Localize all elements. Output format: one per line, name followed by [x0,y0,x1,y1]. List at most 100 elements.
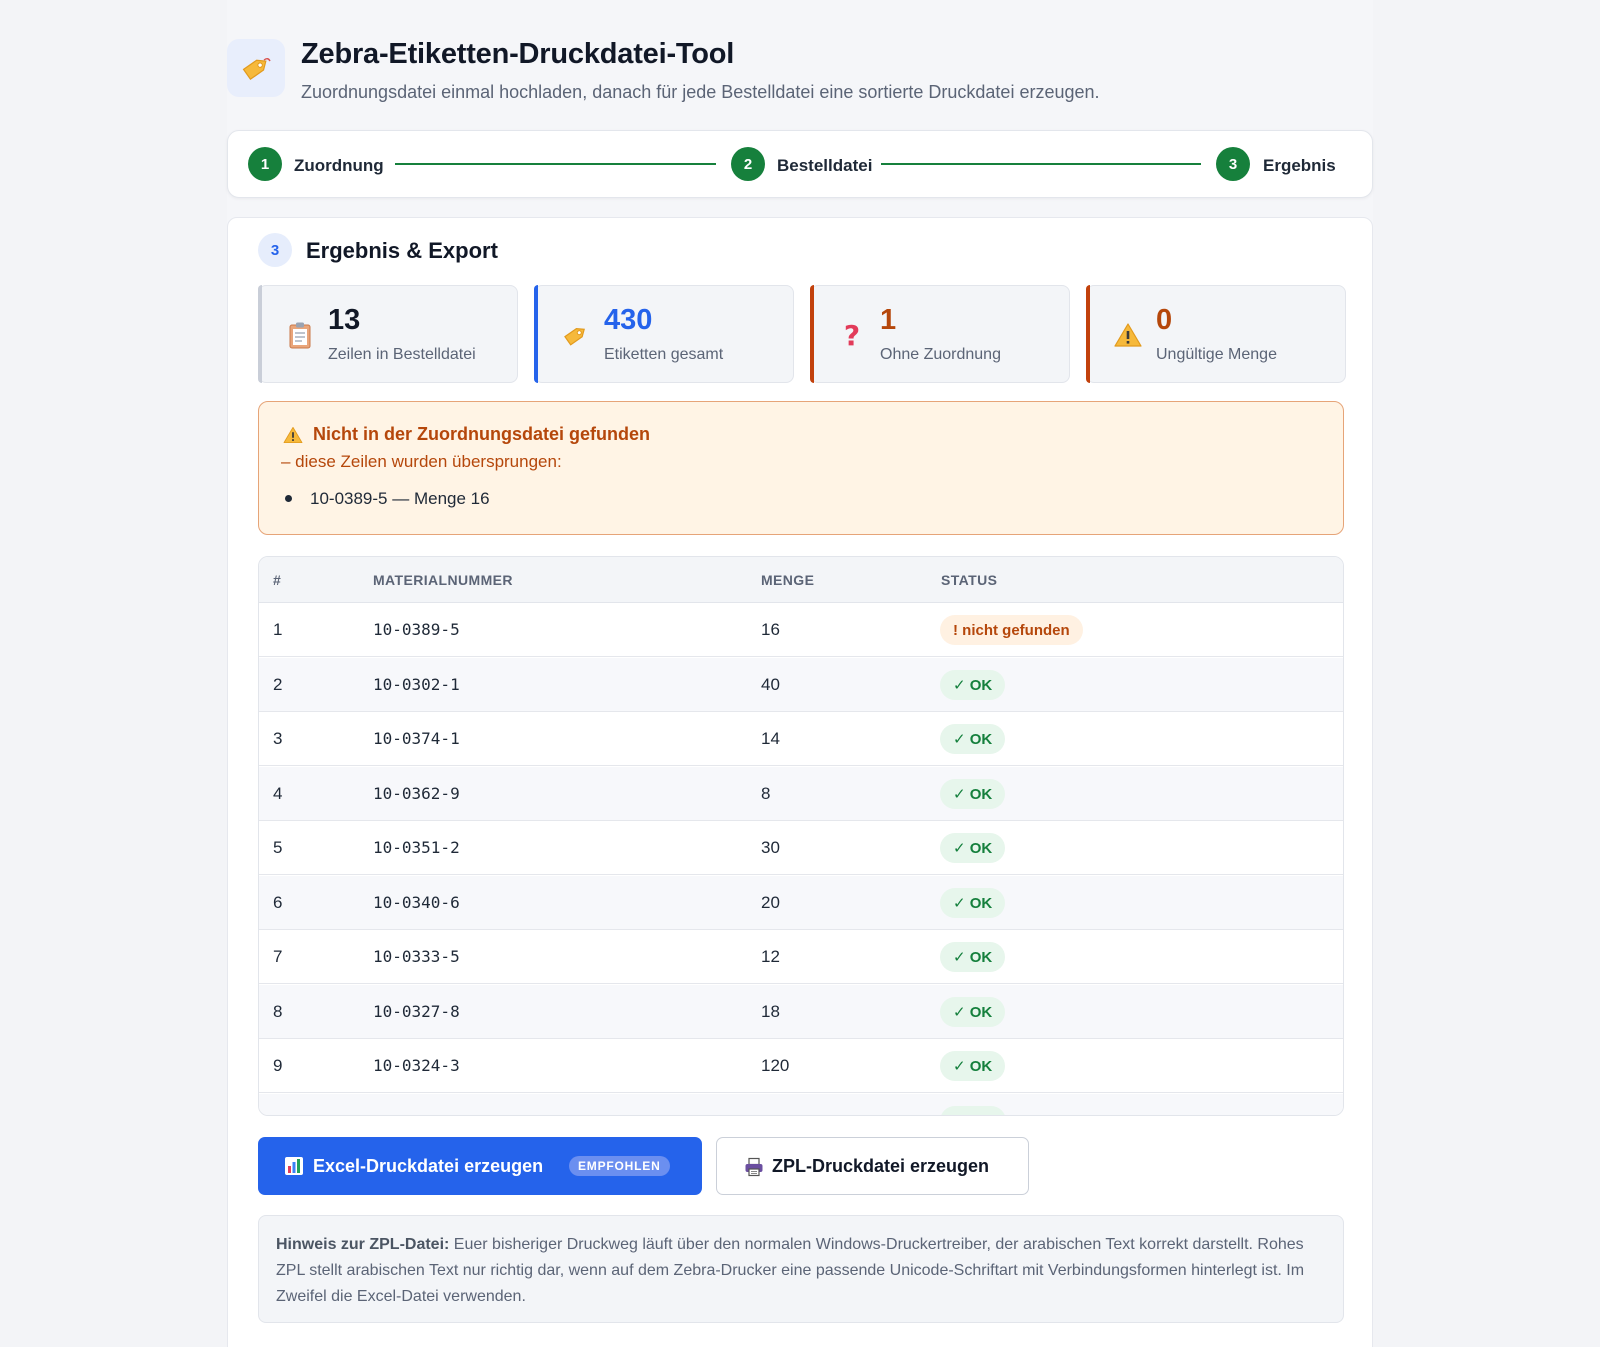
quantity: 12 [761,947,780,966]
row-index: 7 [273,947,283,966]
warning-subtitle: – diese Zeilen wurden übersprungen: [281,452,562,471]
stat-rows: 13 Zeilen in Bestelldatei [258,285,518,383]
warning-list-item: 10-0389-5 — Menge 16 [281,489,490,509]
table-row[interactable] [259,1093,1343,1115]
status-badge: ✓ OK [940,942,1006,972]
stat-invalid-qty: 0 Ungültige Menge [1086,285,1346,383]
material-number: 10-0333-5 [373,947,460,966]
warning-icon [1113,320,1143,350]
material-number: 10-0340-6 [373,892,460,912]
recommended-badge: EMPFOHLEN [569,1156,670,1176]
status-badge: ✓ OK [940,1051,1006,1081]
result-card: 3 Ergebnis & Export 13 Zeilen in Bestell… [227,217,1373,1347]
stat-accent-bar [1086,285,1090,383]
svg-text:?: ? [844,320,860,350]
stat-value: 0 [1156,304,1173,336]
material-number: 10-0389-5 [373,620,460,639]
stat-value: 1 [880,304,897,336]
stat-unmapped: ? 1 Ohne Zuordnung [810,285,1070,383]
material-number: 10-0362-9 [373,783,460,803]
quantity: 30 [761,838,780,857]
column-header-status: STATUS [941,572,998,588]
table-row[interactable]: 2 10-0302-1 40 ✓ OK [259,657,1343,712]
results-table[interactable]: # MATERIALNUMMER MENGE STATUS 1 10-0389-5… [258,556,1344,1116]
table-row[interactable]: 7 10-0333-5 12 ✓ OK [259,930,1343,984]
row-index: 2 [273,674,283,694]
stat-label: Etiketten gesamt [604,346,724,363]
question-icon: ? [837,320,867,350]
stat-label: Ohne Zuordnung [880,346,1001,363]
status-badge: ✓ OK [940,778,1006,809]
stat-value: 430 [604,304,653,336]
row-index: 6 [273,892,283,912]
table-row[interactable]: 6 10-0340-6 20 ✓ OK [259,875,1343,930]
bullet [285,494,292,502]
quantity: 20 [761,892,780,912]
warning-title: Nicht in der Zuordnungsdatei gefunden [313,424,650,444]
stat-accent-bar [258,285,262,383]
column-header-index: # [273,572,282,588]
generate-zpl-button[interactable]: ZPL-Druckdatei erzeugen [716,1137,1029,1195]
row-index: 9 [273,1056,283,1075]
table-row[interactable]: 4 10-0362-9 8 ✓ OK [259,766,1343,821]
step-connector [881,163,1201,165]
generate-excel-button[interactable]: Excel-Druckdatei erzeugen EMPFOHLEN [258,1137,702,1195]
table-row[interactable]: 1 10-0389-5 16 ! nicht gefunden [259,603,1343,657]
quantity: 120 [761,1056,790,1075]
tag-icon [227,39,285,97]
step-2-label[interactable]: Bestelldatei [777,156,872,176]
material-number: 10-0327-8 [373,1001,460,1021]
stepper: 1 Zuordnung 2 Bestelldatei 3 Ergebnis [227,130,1373,198]
warning-icon [283,426,303,446]
row-index: 5 [273,838,283,857]
table-row[interactable]: 3 10-0374-1 14 ✓ OK [259,712,1343,766]
zpl-note: Hinweis zur ZPL-Datei: Euer bisheriger D… [258,1215,1344,1323]
stat-accent-bar [810,285,814,383]
quantity: 40 [761,674,780,694]
quantity: 8 [761,783,771,803]
step-3-label[interactable]: Ergebnis [1263,156,1336,176]
status-badge [940,1105,1006,1115]
step-1-label[interactable]: Zuordnung [294,156,384,176]
quantity: 14 [761,729,780,748]
step-connector [395,163,716,165]
step-1-number[interactable]: 1 [248,147,282,181]
app-title: Zebra-Etiketten-Druckdatei-Tool [301,38,735,70]
material-number: 10-0302-1 [373,674,460,694]
printer-icon [744,1157,764,1177]
stat-label: Ungültige Menge [1156,346,1277,363]
row-index: 4 [273,783,283,803]
status-badge: ✓ OK [940,833,1006,863]
table-header: # MATERIALNUMMER MENGE STATUS [259,557,1343,603]
status-badge: ✓ OK [940,996,1006,1027]
app-subtitle: Zuordnungsdatei einmal hochladen, danach… [301,82,1100,102]
table-row[interactable]: 9 10-0324-3 120 ✓ OK [259,1039,1343,1093]
table-row[interactable]: 8 10-0327-8 18 ✓ OK [259,984,1343,1039]
material-number: 10-0351-2 [373,838,460,857]
excel-button-label: Excel-Druckdatei erzeugen [313,1156,544,1176]
status-badge: ✓ OK [940,887,1006,918]
row-index: 1 [273,620,283,639]
tag-icon [561,320,591,350]
unmapped-warning: Nicht in der Zuordnungsdatei gefunden – … [258,401,1344,535]
bar-chart-icon [284,1156,304,1176]
column-header-material: MATERIALNUMMER [373,572,513,588]
status-badge: ! nicht gefunden [940,615,1083,645]
material-number: 10-0374-1 [373,729,460,748]
stat-value: 13 [328,304,361,336]
status-badge: ✓ OK [940,724,1006,754]
status-badge: ✓ OK [940,669,1006,700]
step-3-number[interactable]: 3 [1216,147,1250,181]
quantity: 16 [761,620,780,639]
page: Zebra-Etiketten-Druckdatei-Tool Zuordnun… [227,0,1373,1347]
step-2-number[interactable]: 2 [731,147,765,181]
warning-item-text: 10-0389-5 — Menge 16 [310,489,490,508]
stat-label: Zeilen in Bestelldatei [328,346,476,363]
section-title: Ergebnis & Export [306,238,498,263]
material-number: 10-0324-3 [373,1056,460,1075]
table-row[interactable]: 5 10-0351-2 30 ✓ OK [259,821,1343,875]
stat-accent-bar [534,285,538,383]
clipboard-icon [285,320,315,350]
quantity: 18 [761,1001,780,1021]
note-label: Hinweis zur ZPL-Datei: [276,1236,450,1253]
